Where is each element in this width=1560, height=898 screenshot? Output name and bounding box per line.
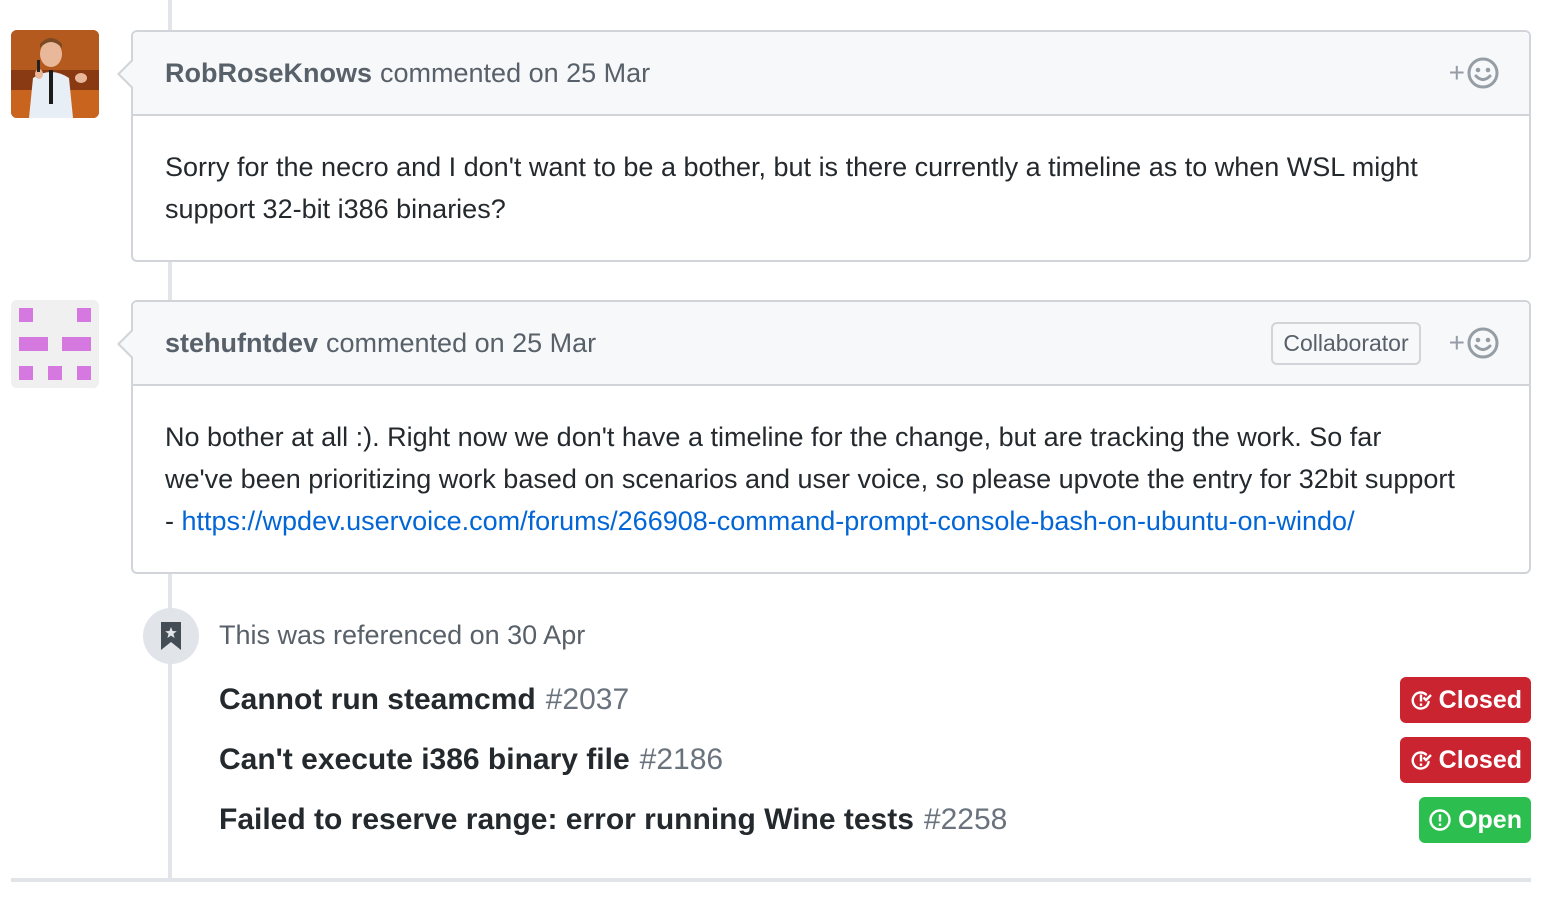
comment-caret-inner [120,330,134,358]
reference-item[interactable]: Failed to reserve range: error running W… [219,795,1531,845]
avatar-robroseknows[interactable] [11,30,99,118]
state-label: Closed [1438,745,1522,774]
link-prefix: - [165,506,182,536]
bookmark-icon [161,622,181,650]
reference-title[interactable]: Failed to reserve range: error running W… [219,803,914,837]
reference-number[interactable]: #2258 [924,803,1007,837]
comment-header: stehufntdev commented on 25 Mar Collabor… [133,302,1529,386]
reference-number[interactable]: #2037 [546,683,629,717]
issue-opened-icon [1429,809,1451,831]
add-reaction-button[interactable]: + [1449,57,1499,89]
comment-stehufntdev: stehufntdev commented on 25 Mar Collabor… [117,300,1531,574]
state-badge-open: Open [1419,797,1531,843]
section-divider [11,878,1531,882]
comment-body: Sorry for the necro and I don't want to … [133,116,1529,260]
plus-icon: + [1448,57,1465,88]
bookmark-icon-badge [143,608,199,664]
comment-author[interactable]: stehufntdev [165,328,318,359]
comment-text-line: No bother at all :). Right now we don't … [165,422,1382,452]
comment-header: RobRoseKnows commented on 25 Mar + [133,32,1529,116]
state-badge-closed: Closed [1399,737,1531,783]
comment-body: No bother at all :). Right now we don't … [133,386,1529,572]
uservoice-link[interactable]: https://wpdev.uservoice.com/forums/26690… [182,506,1355,536]
reference-item[interactable]: Cannot run steamcmd #2037 Closed [219,675,1531,725]
reference-number[interactable]: #2186 [640,743,723,777]
issue-closed-icon [1411,691,1432,710]
avatar-stehufntdev[interactable] [11,300,99,388]
comment-timestamp[interactable]: commented on 25 Mar [326,328,596,359]
comment-author[interactable]: RobRoseKnows [165,58,372,89]
state-label: Closed [1438,685,1522,714]
comment-timestamp[interactable]: commented on 25 Mar [380,58,650,89]
smiley-icon [1467,327,1499,359]
plus-icon: + [1448,327,1465,358]
reference-title[interactable]: Can't execute i386 binary file [219,743,630,777]
issue-closed-icon [1411,751,1432,770]
reference-header: This was referenced on 30 Apr [219,620,586,650]
reference-title[interactable]: Cannot run steamcmd [219,683,536,717]
collaborator-badge: Collaborator [1271,321,1421,365]
comment-text-line: - https://wpdev.uservoice.com/forums/266… [165,500,1497,542]
state-label: Open [1458,805,1522,834]
comment-text-line: we've been prioritizing work based on sc… [165,464,1455,494]
smiley-icon [1467,57,1499,89]
add-reaction-button[interactable]: + [1449,327,1499,359]
state-badge-closed: Closed [1399,677,1531,723]
comment-text: Sorry for the necro and I don't want to … [165,152,1418,224]
comment-robroseknows: RobRoseKnows commented on 25 Mar + Sorry… [117,30,1531,262]
comment-caret-inner [120,60,134,88]
reference-item[interactable]: Can't execute i386 binary file #2186 Clo… [219,735,1531,785]
